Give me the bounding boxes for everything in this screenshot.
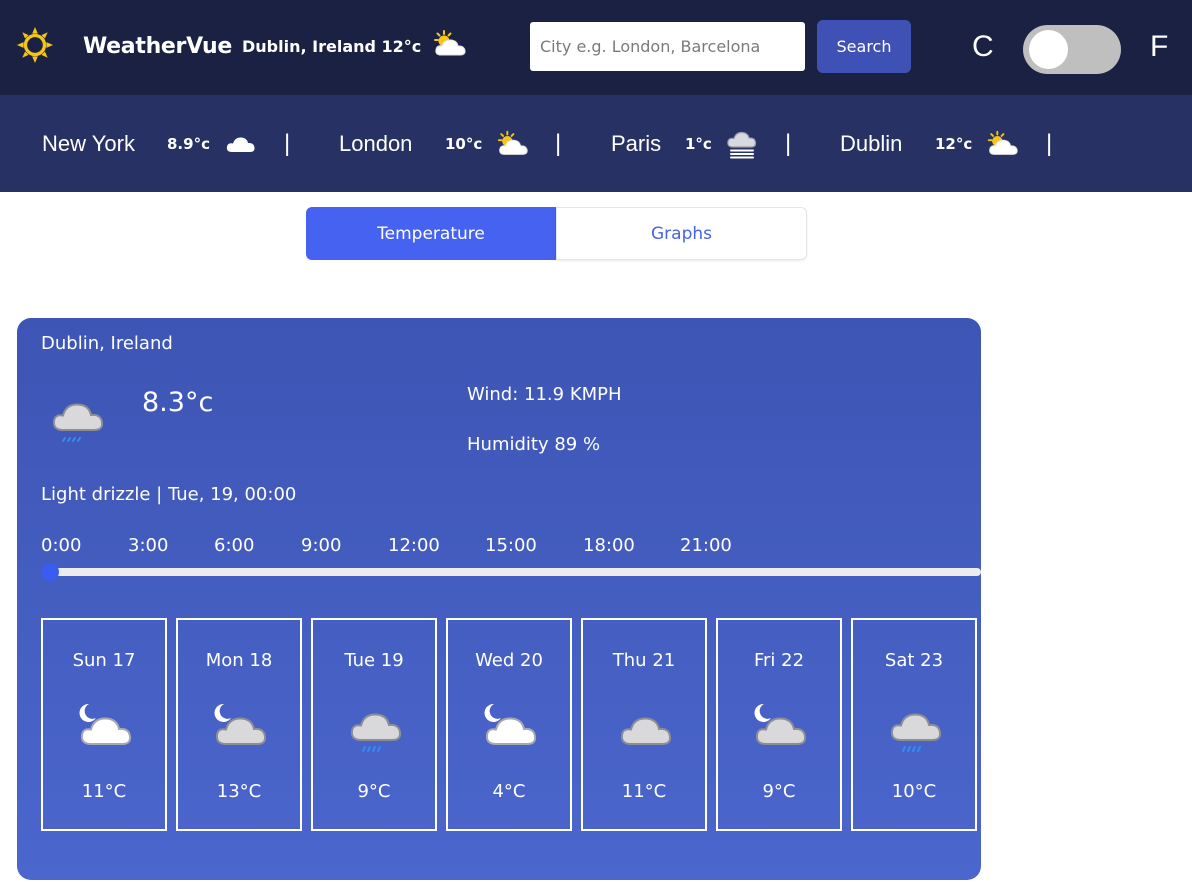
ticker-separator: | [1046,130,1053,157]
time-label: 6:00 [214,535,255,556]
tab-graphs[interactable]: Graphs [556,207,807,260]
forecast-day-card[interactable]: Sun 17 11°C [41,618,167,831]
drizzle-cloud-icon [890,713,942,752]
forecast-day-temp: 13°C [216,781,262,802]
forecast-day-temp: 10°C [891,781,937,802]
ticker-separator: | [785,130,792,157]
moon-cloud-icon [754,703,807,745]
search-button[interactable]: Search [817,20,911,73]
celsius-label: C [972,30,994,63]
time-label: 21:00 [680,535,732,556]
city-ticker-bar: New York 8.9°c | London 10°c | Paris 1°c… [0,95,1192,192]
forecast-day-name: Sat 23 [884,650,944,671]
forecast-day-card[interactable]: Sat 23 10°C [851,618,977,831]
moon-cloud-icon [79,703,132,745]
drizzle-cloud-icon [350,713,402,752]
cloud-icon [226,137,255,152]
city-search-input[interactable] [530,22,805,71]
ticker-city-temp: 1°c [685,135,712,153]
top-navbar: WeatherVue Dublin, Ireland 12°c Search C… [0,0,1192,95]
wind-speed: Wind: 11.9 KMPH [467,384,622,405]
ticker-separator: | [284,130,291,157]
humidity: Humidity 89 % [467,434,601,455]
app-brand: WeatherVue [83,34,233,59]
current-location-name: Dublin, Ireland [41,333,173,354]
fahrenheit-label: F [1150,30,1169,63]
ticker-city-name[interactable]: New York [42,131,135,157]
forecast-day-card[interactable]: Wed 20 4°C [446,618,572,831]
forecast-day-name: Fri 22 [753,650,805,671]
time-label: 9:00 [301,535,342,556]
forecast-day-temp: 9°C [762,781,796,802]
time-label: 18:00 [583,535,635,556]
ticker-city-temp: 8.9°c [167,135,210,153]
forecast-day-name: Sun 17 [72,650,136,671]
sun-cloud-icon [987,130,1018,155]
sun-cloud-icon [434,30,466,56]
forecast-day-card[interactable]: Mon 18 13°C [176,618,302,831]
moon-cloud-icon [214,703,267,745]
ticker-city-temp: 10°c [445,135,483,153]
current-temperature: 8.3°c [142,387,214,418]
forecast-day-card[interactable]: Thu 21 11°C [581,618,707,831]
forecast-day-temp: 11°C [81,781,127,802]
cloud-icon [620,717,672,745]
ticker-separator: | [555,130,562,157]
time-label: 12:00 [388,535,440,556]
forecast-day-name: Mon 18 [205,650,273,671]
time-slider-thumb[interactable] [41,563,59,581]
ticker-city-temp: 12°c [935,135,973,153]
ticker-city-name[interactable]: London [339,131,412,157]
sun-logo-icon [16,26,54,64]
forecast-day-name: Tue 19 [344,650,404,671]
sun-cloud-icon [497,130,528,155]
forecast-day-temp: 4°C [492,781,526,802]
time-slider-track[interactable] [43,568,981,576]
tab-temperature[interactable]: Temperature [306,207,556,260]
ticker-city-name[interactable]: Dublin [840,131,902,157]
forecast-day-temp: 11°C [621,781,667,802]
unit-toggle-knob [1029,30,1068,69]
drizzle-cloud-icon [52,403,104,442]
time-label: 15:00 [485,535,537,556]
current-weather-card: Dublin, Ireland 8.3°c Wind: 11.9 KMPH Hu… [17,318,981,880]
current-location-summary: Dublin, Ireland 12°c [242,37,422,56]
ticker-city-name[interactable]: Paris [611,131,661,157]
unit-toggle-switch[interactable] [1023,25,1121,74]
forecast-day-card[interactable]: Fri 22 9°C [716,618,842,831]
weather-condition-datetime: Light drizzle | Tue, 19, 00:00 [41,484,297,505]
time-label: 0:00 [41,535,82,556]
forecast-day-card[interactable]: Tue 19 9°C [311,618,437,831]
forecast-day-name: Thu 21 [612,650,676,671]
moon-cloud-icon [484,703,537,745]
forecast-day-name: Wed 20 [475,650,543,671]
fog-icon [727,131,757,159]
time-label: 3:00 [128,535,169,556]
forecast-day-temp: 9°C [357,781,391,802]
